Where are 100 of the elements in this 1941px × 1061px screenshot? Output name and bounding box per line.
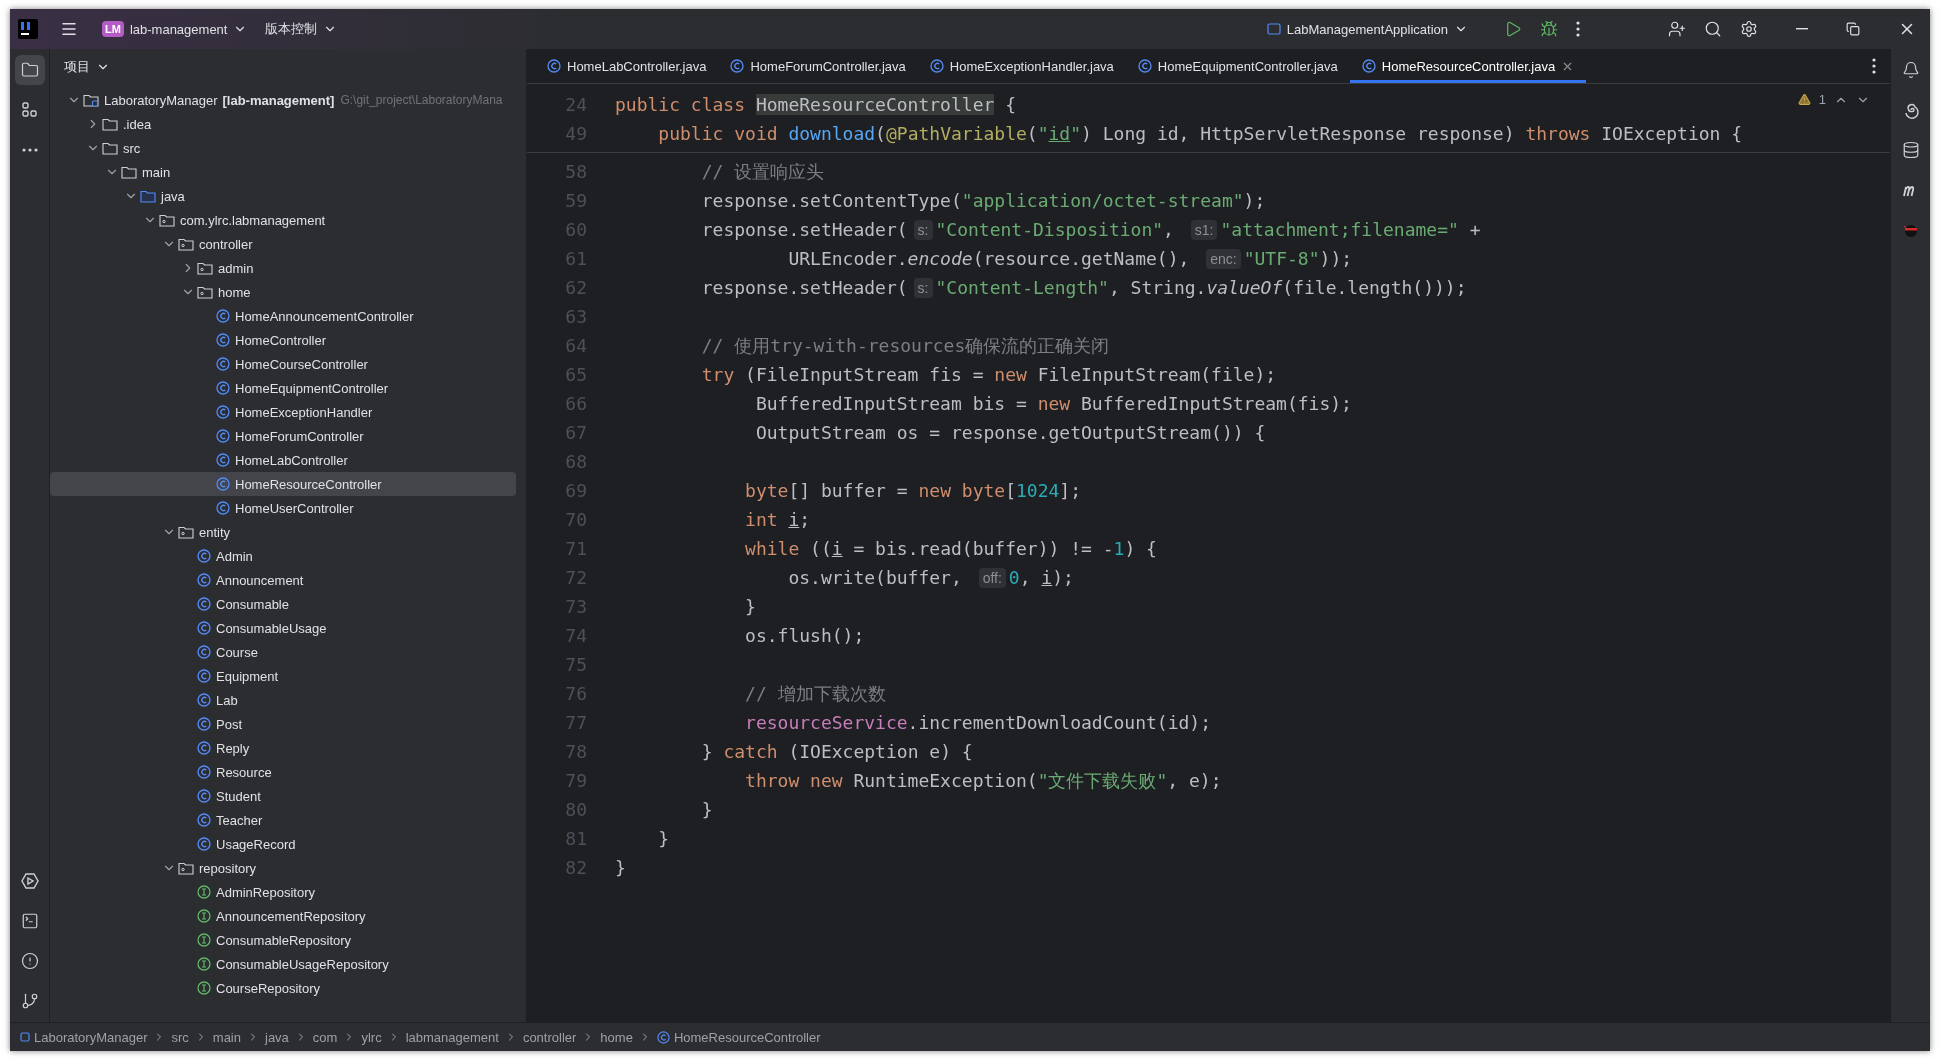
tree-item-label: controller: [199, 236, 253, 252]
class-icon: [197, 597, 211, 611]
class-icon: [547, 59, 561, 73]
tree-item[interactable]: AnnouncementRepository: [50, 904, 516, 928]
database-icon: [1901, 141, 1920, 159]
breadcrumb[interactable]: java: [265, 1029, 289, 1045]
breadcrumb[interactable]: home: [600, 1029, 633, 1045]
tree-item-label: LaboratoryManager: [104, 92, 218, 108]
class-icon: [197, 621, 211, 635]
tree-item[interactable]: HomeForumController: [50, 424, 516, 448]
parameter-hint: enc:: [1206, 248, 1241, 269]
class-icon: [197, 573, 211, 587]
package-icon: [197, 261, 213, 275]
code-token: // 增加下载次数: [745, 681, 886, 706]
tree-item-label: AnnouncementRepository: [216, 908, 366, 924]
tree-item[interactable]: HomeCourseController: [50, 352, 516, 376]
tree-item[interactable]: HomeEquipmentController: [50, 376, 516, 400]
tree-item[interactable]: repository: [50, 856, 516, 880]
tree-item[interactable]: Resource: [50, 760, 516, 784]
code-token: ": [1037, 123, 1049, 144]
editor-tab[interactable]: HomeForumController.java: [718, 49, 918, 83]
tree-item[interactable]: Reply: [50, 736, 516, 760]
tree-item[interactable]: Post: [50, 712, 516, 736]
tree-item[interactable]: Course: [50, 640, 516, 664]
editor-tab[interactable]: HomeResourceController.java: [1349, 49, 1587, 83]
play-icon: [1504, 20, 1522, 38]
restore-icon: [1846, 22, 1860, 36]
breadcrumb[interactable]: com: [312, 1029, 338, 1045]
tree-item[interactable]: LaboratoryManager [lab-management] G:\git_project\LaboratoryMana: [50, 88, 516, 112]
breadcrumb[interactable]: controller: [522, 1029, 577, 1045]
editor-tab[interactable]: HomeEquipmentController.java: [1125, 49, 1350, 83]
tree-item-label: home: [218, 284, 251, 300]
tree-item[interactable]: admin: [50, 256, 516, 280]
code-token: new: [1037, 393, 1072, 414]
tree-item-label: repository: [199, 860, 257, 876]
tree-item[interactable]: .idea: [50, 112, 516, 136]
tree-item[interactable]: ConsumableUsageRepository: [50, 952, 516, 976]
code-token: (FileInputStream fis =: [745, 364, 985, 385]
tree-item-label: Teacher: [216, 812, 263, 828]
project-tool-button[interactable]: [14, 55, 45, 85]
tree-item[interactable]: HomeLabController: [50, 448, 516, 472]
code-token: OutputStream os = response.getOutputStream()) {: [755, 422, 1266, 443]
breadcrumb[interactable]: HomeResourceController: [656, 1029, 821, 1045]
tree-item-label: Admin: [216, 548, 253, 564]
tree-item[interactable]: Announcement: [50, 568, 516, 592]
project-selector[interactable]: LM lab-management: [96, 17, 254, 41]
tree-item[interactable]: ConsumableRepository: [50, 928, 516, 952]
editor-tab[interactable]: HomeExceptionHandler.java: [917, 49, 1126, 83]
class-icon: [216, 309, 230, 323]
app-logo-icon[interactable]: [18, 19, 38, 39]
tree-item[interactable]: Teacher: [50, 808, 516, 832]
tree-item[interactable]: UsageRecord: [50, 832, 516, 856]
warning-icon[interactable]: [1797, 93, 1811, 106]
code-token: +: [1468, 219, 1481, 240]
tree-item[interactable]: HomeResourceController: [50, 472, 516, 496]
tree-item-label: ConsumableUsage: [216, 620, 327, 636]
tree-item-label: src: [123, 140, 141, 156]
breadcrumb[interactable]: src: [171, 1029, 189, 1045]
breadcrumb[interactable]: LaboratoryManager: [20, 1029, 148, 1045]
tree-item[interactable]: com.ylrc.labmanagement: [50, 208, 516, 232]
breadcrumb[interactable]: ylrc: [361, 1029, 382, 1045]
tree-item[interactable]: AdminRepository: [50, 880, 516, 904]
branch-icon: [20, 992, 39, 1010]
tree-item[interactable]: HomeController: [50, 328, 516, 352]
vcs-menu[interactable]: 版本控制: [259, 16, 344, 42]
class-icon: [216, 429, 230, 443]
tree-item[interactable]: Lab: [50, 688, 516, 712]
code-token: }: [701, 741, 714, 762]
tree-item[interactable]: controller: [50, 232, 516, 256]
tree-item[interactable]: HomeExceptionHandler: [50, 400, 516, 424]
tree-item[interactable]: ConsumableUsage: [50, 616, 516, 640]
tree-item-label: HomeLabController: [235, 452, 348, 468]
interface-icon: [197, 957, 211, 971]
code-token: valueOf: [1206, 277, 1283, 298]
tree-item[interactable]: HomeAnnouncementController: [50, 304, 516, 328]
tree-item[interactable]: CourseRepository: [50, 976, 516, 1000]
tree-item-label: admin: [218, 260, 254, 276]
breadcrumb[interactable]: main: [212, 1029, 241, 1045]
code-token: throw new: [745, 770, 844, 791]
code-token: RuntimeException(: [853, 770, 1038, 791]
tree-item[interactable]: entity: [50, 520, 516, 544]
tree-item[interactable]: java: [50, 184, 516, 208]
tree-item[interactable]: Equipment: [50, 664, 516, 688]
code-token: public void: [658, 123, 779, 144]
class-icon: [197, 645, 211, 659]
tree-item[interactable]: Student: [50, 784, 516, 808]
tree-item[interactable]: src: [50, 136, 516, 160]
breadcrumb[interactable]: labmanagement: [405, 1029, 499, 1045]
tree-item[interactable]: main: [50, 160, 516, 184]
code-token: );: [1243, 190, 1266, 211]
tree-item[interactable]: Consumable: [50, 592, 516, 616]
warning-count[interactable]: 1: [1818, 92, 1826, 107]
editor-tab[interactable]: HomeLabController.java: [535, 49, 719, 83]
class-icon: [197, 717, 211, 731]
package-icon: [178, 237, 194, 251]
tree-item[interactable]: home: [50, 280, 516, 304]
tree-item[interactable]: HomeUserController: [50, 496, 516, 520]
project-view-selector[interactable]: 项目: [58, 53, 116, 80]
tree-item[interactable]: Admin: [50, 544, 516, 568]
run-config-selector[interactable]: LabManagementApplication: [1260, 17, 1474, 41]
